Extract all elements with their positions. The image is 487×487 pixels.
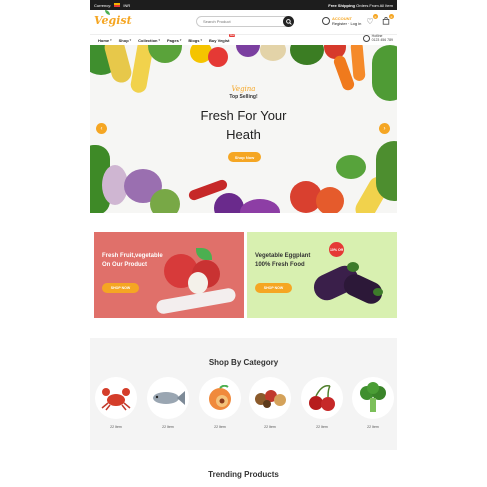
promo-banner-eggplant[interactable]: Vegetable Eggplant 100% Fresh Food SHOP … <box>247 232 397 318</box>
category-item-broccoli[interactable]: 22 Item <box>351 377 395 429</box>
main-nav: Home ▾ Shop ▾ Collection ▾ Pages ▾ Blogs ▾ Bu… <box>90 33 397 45</box>
nav-item-buy-vegist[interactable]: Buy Vegist Hot <box>208 33 236 43</box>
logo-text: Vegist <box>94 14 132 27</box>
currency-value: INR <box>123 2 131 8</box>
promo-banner-fruit[interactable]: Fresh Fruit,vegetable On Our Product SHO… <box>94 232 244 318</box>
nav-item-shop[interactable]: Shop ▾ <box>119 38 132 43</box>
category-title: Shop By Category <box>208 358 279 367</box>
category-item-fish[interactable]: 22 Item <box>146 377 190 429</box>
slider-prev-button[interactable]: ‹ <box>96 123 107 134</box>
peach-icon <box>209 385 231 410</box>
offer-badge: 10% Off <box>329 242 344 257</box>
nav-item-home[interactable]: Home ▾ <box>98 38 112 43</box>
category-image <box>301 377 343 419</box>
shop-by-category: Shop By Category 22 Item 22 Item 22 Item… <box>90 338 397 450</box>
shipping-bold: Free Shipping <box>328 2 355 8</box>
promo-shop-now-button[interactable]: SHOP NOW <box>102 283 139 293</box>
category-image <box>95 377 137 419</box>
category-count: 22 Item <box>264 425 276 429</box>
category-count: 22 Item <box>110 425 122 429</box>
category-count: 22 Item <box>367 425 379 429</box>
promo-title: Vegetable Eggplant 100% Fresh Food <box>255 252 310 270</box>
category-image <box>352 377 394 419</box>
header: Vegist ACCOUNT Register · Log in ♡ 0 0 <box>90 10 397 34</box>
hero-kicker: Top Selling! <box>229 94 258 100</box>
user-icon <box>322 17 330 25</box>
search-button[interactable] <box>283 16 294 27</box>
promo-line2: 100% Fresh Food <box>255 262 305 268</box>
slider-next-button[interactable]: › <box>379 123 390 134</box>
promo-shop-now-button[interactable]: SHOP NOW <box>255 283 292 293</box>
hero-script: Vegina <box>231 85 256 93</box>
cart-button[interactable]: 0 <box>381 14 394 26</box>
hero-shop-now-button[interactable]: Shop Now <box>228 152 261 162</box>
category-count: 22 Item <box>316 425 328 429</box>
cart-count: 0 <box>389 14 394 19</box>
chevron-left-icon: ‹ <box>100 125 103 132</box>
category-item-crab[interactable]: 22 Item <box>94 377 138 429</box>
search-icon <box>285 18 292 25</box>
shipping-notice: Free Shipping Orders From All Item <box>328 3 393 8</box>
category-image <box>249 377 291 419</box>
category-count: 22 Item <box>162 425 174 429</box>
top-bar: Currency: INR Free Shipping Orders From … <box>90 0 397 10</box>
crab-icon <box>101 388 131 411</box>
chevron-down-icon: ▾ <box>200 38 202 42</box>
category-image <box>199 377 241 419</box>
hero-title-line1: Fresh For Your <box>200 108 287 123</box>
currency-selector[interactable]: Currency: INR <box>94 3 130 8</box>
nav-label: Collection <box>138 37 158 43</box>
nav-label: Pages <box>167 37 179 43</box>
account-link[interactable]: ACCOUNT Register · Log in <box>322 16 361 26</box>
search-input[interactable] <box>196 16 292 27</box>
cherry-icon <box>309 384 335 411</box>
trending-products-title: Trending Products <box>208 470 279 479</box>
shipping-rest: Orders From All Item <box>356 2 393 8</box>
promo-line1: Fresh Fruit,vegetable <box>102 253 163 259</box>
wishlist-button[interactable]: ♡ 0 <box>365 14 378 26</box>
hero-title: Fresh For Your Heath <box>90 106 397 144</box>
hero-title-line2: Heath <box>226 127 261 142</box>
account-text: ACCOUNT Register · Log in <box>332 16 361 26</box>
phone-icon <box>362 34 370 42</box>
promo-line1: Vegetable Eggplant <box>255 253 311 259</box>
category-image <box>147 377 189 419</box>
broccoli-icon <box>360 382 386 412</box>
page: Currency: INR Free Shipping Orders From … <box>0 0 487 487</box>
hotline-text: Hotline 0123 456 789 <box>372 34 393 42</box>
fish-icon <box>153 391 185 405</box>
category-item-cherry[interactable]: 22 Item <box>300 377 344 429</box>
logo[interactable]: Vegist <box>94 10 132 27</box>
wishlist-count: 0 <box>373 14 378 19</box>
nav-item-blogs[interactable]: Blogs ▾ <box>188 38 202 43</box>
hot-badge: Hot <box>229 33 236 37</box>
hotline: Hotline 0123 456 789 <box>362 34 393 42</box>
account-sub: Register · Log in <box>332 21 362 26</box>
nav-label: Blogs <box>188 37 200 43</box>
nav-item-pages[interactable]: Pages ▾ <box>167 38 181 43</box>
chevron-down-icon: ▾ <box>129 38 132 42</box>
nav-label: Shop <box>118 37 129 43</box>
chevron-down-icon: ▾ <box>110 38 112 42</box>
flag-icon <box>114 3 121 7</box>
category-count: 22 Item <box>214 425 226 429</box>
category-item-peach[interactable]: 22 Item <box>198 377 242 429</box>
chevron-right-icon: › <box>383 125 386 132</box>
spices-icon <box>255 390 286 408</box>
nav-label: Home <box>98 37 110 43</box>
promo-title: Fresh Fruit,vegetable On Our Product <box>102 252 163 270</box>
promo-line2: On Our Product <box>102 262 147 268</box>
nav-label: Buy Vegist <box>208 37 230 43</box>
category-item-spices[interactable]: 22 Item <box>248 377 292 429</box>
chevron-down-icon: ▾ <box>179 38 182 42</box>
hotline-phone: 0123 456 789 <box>371 38 393 42</box>
nav-item-collection[interactable]: Collection ▾ <box>138 38 160 43</box>
hero-slider: Vegina Top Selling! Fresh For Your Heath… <box>90 45 397 213</box>
chevron-down-icon: ▾ <box>158 38 161 42</box>
currency-label: Currency: <box>94 2 112 8</box>
